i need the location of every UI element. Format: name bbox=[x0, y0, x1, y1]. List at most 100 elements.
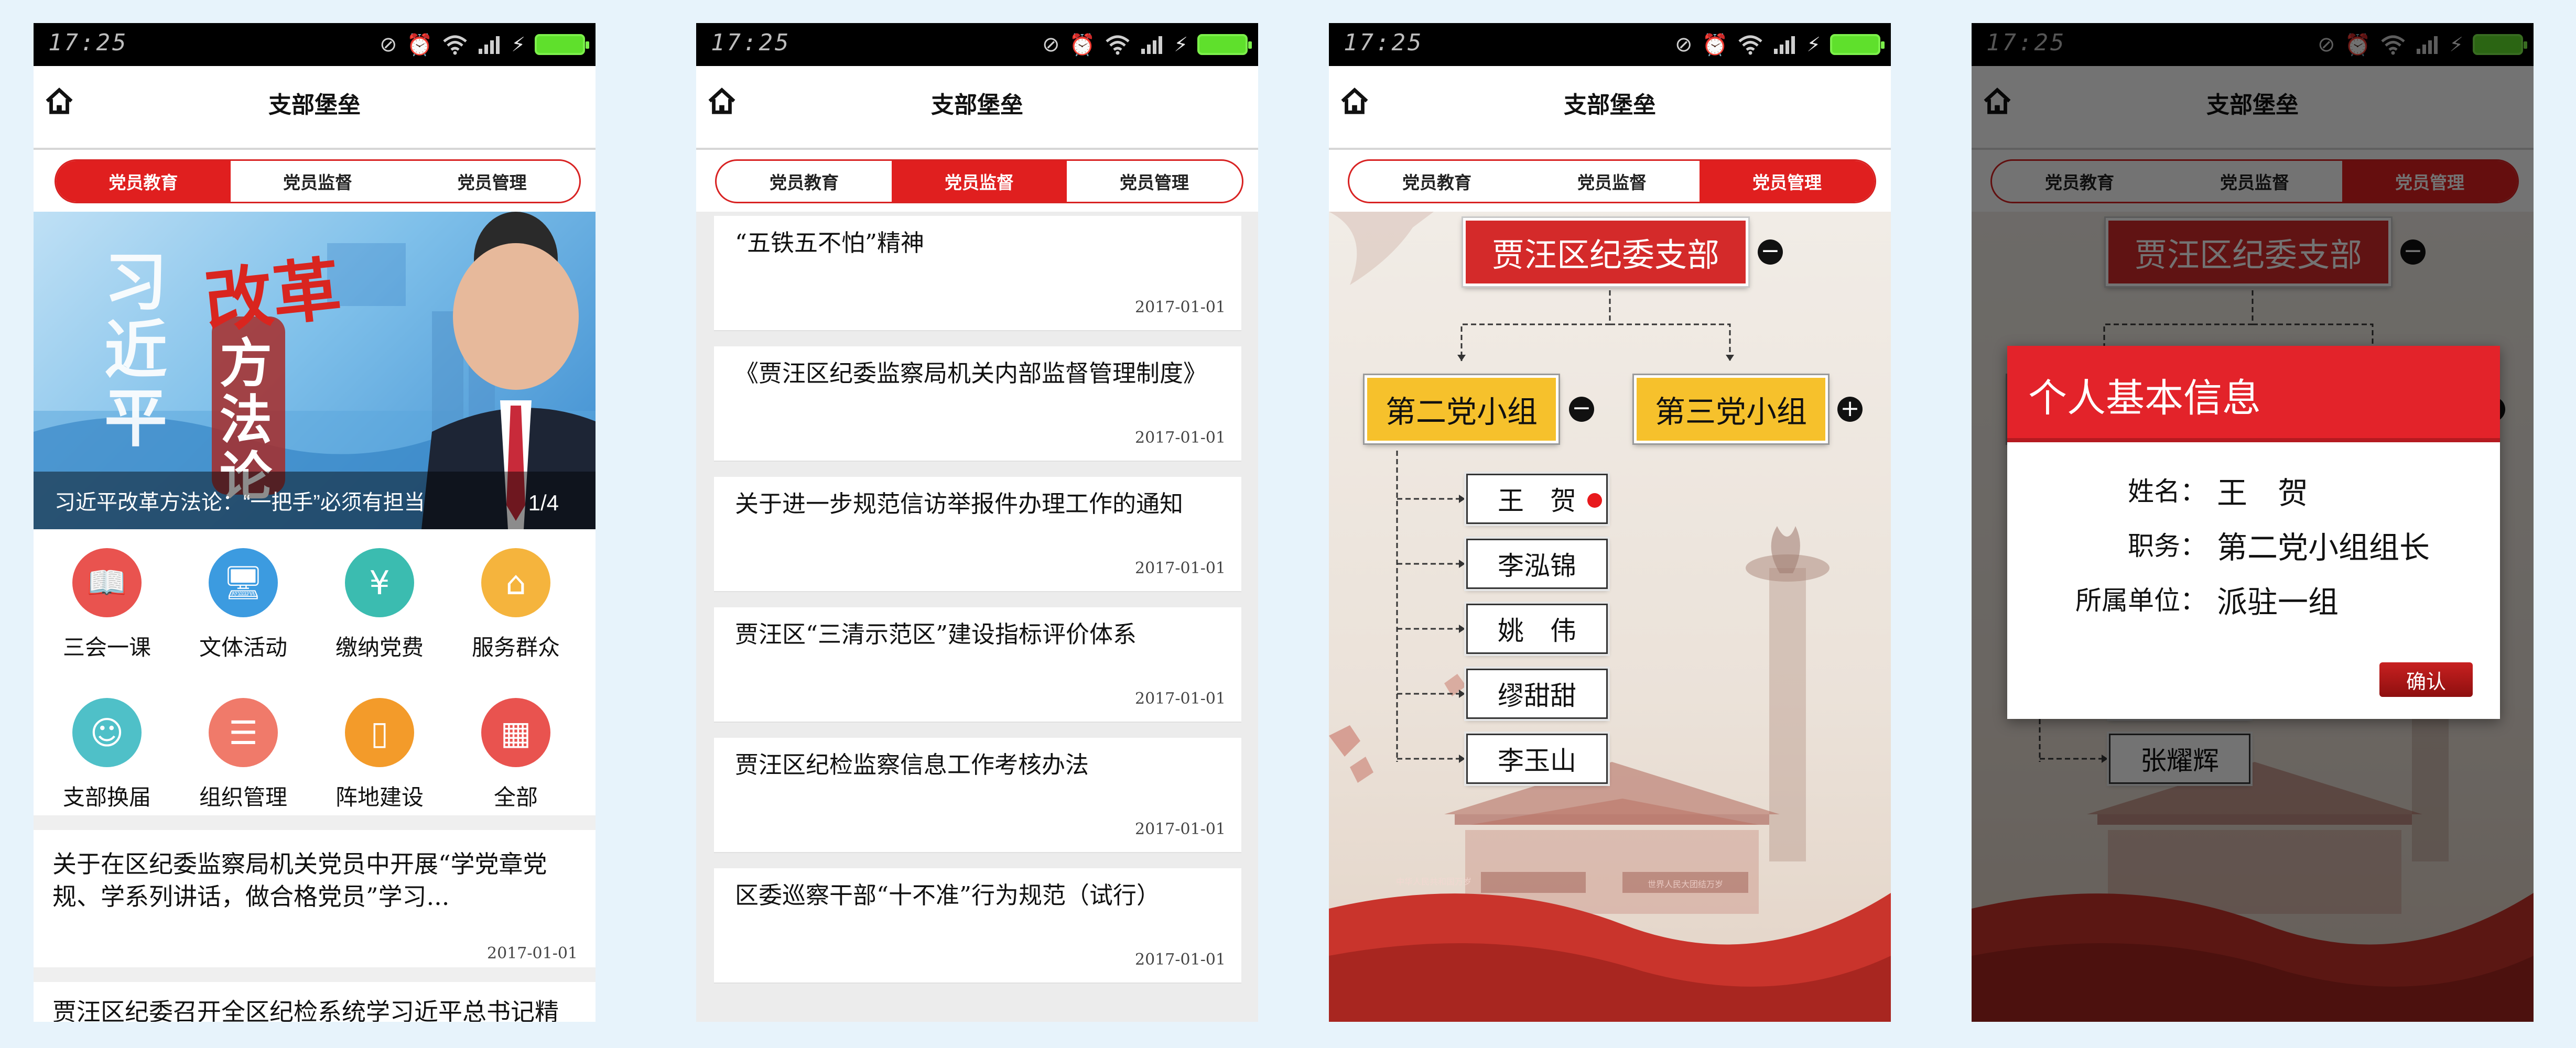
org-member-node[interactable]: 缪甜甜 bbox=[1464, 667, 1610, 721]
screen-party-education: 17:25 ⊘ ⏰ ⚡ 支部堡垒 党员教育 党员监督 党员管理 习近平 改革 方… bbox=[34, 23, 596, 1022]
news-item[interactable]: 贾汪区纪检监察信息工作考核办法 2017-01-01 bbox=[714, 738, 1241, 853]
signal-icon bbox=[1141, 36, 1163, 54]
section-gap bbox=[34, 815, 596, 830]
info-label: 姓名： bbox=[2128, 476, 2206, 507]
shortcut-label: 全部 bbox=[493, 784, 538, 810]
news-item-date: 2017-01-01 bbox=[487, 944, 578, 963]
expand-icon[interactable]: + bbox=[1837, 397, 1863, 422]
collapse-icon[interactable]: − bbox=[1758, 239, 1783, 265]
shortcut-label: 阵地建设 bbox=[335, 784, 424, 810]
phone-icon: ▯ bbox=[345, 698, 414, 767]
shortcut-label: 缴纳党费 bbox=[335, 635, 424, 660]
org-group-node-3[interactable]: 第三党小组 bbox=[1632, 374, 1830, 445]
screen-member-info-dialog: 17:25 ⊘ ⏰ ⚡ 支部堡垒 党员教育 党员监督 党员管理 贾汪区纪委支部 −… bbox=[1972, 23, 2534, 1022]
info-row: 所属单位： 派驻一组 bbox=[2007, 575, 2500, 623]
shortcut-label: 文体活动 bbox=[199, 635, 287, 660]
org-member-node[interactable]: 姚 伟 bbox=[1464, 602, 1610, 656]
selected-dot-icon bbox=[1587, 493, 1602, 508]
status-bar: 17:25 ⊘ ⏰ ⚡ bbox=[696, 23, 1258, 66]
news-item-title: 贾汪区纪委召开全区纪检系统学习近平总书记精选的重要讲话学习会 bbox=[52, 998, 559, 1022]
news-item[interactable]: 区委巡察干部“十不准”行为规范（试行） 2017-01-01 bbox=[714, 868, 1241, 984]
org-member-label: 王 贺 bbox=[1498, 486, 1576, 516]
org-member-node[interactable]: 李玉山 bbox=[1464, 732, 1610, 786]
person-icon: ☺ bbox=[72, 698, 142, 767]
org-root-label: 贾汪区纪委支部 bbox=[2134, 236, 2362, 274]
shortcut-item[interactable]: ⌂ 服务群众 bbox=[453, 548, 579, 674]
shortcut-item[interactable]: ☰ 组织管理 bbox=[180, 698, 306, 824]
news-item-date: 2017-01-01 bbox=[1135, 820, 1226, 838]
org-group-node-2[interactable]: 第二党小组 bbox=[1363, 374, 1560, 445]
tab-party-education[interactable]: 党员教育 bbox=[56, 161, 231, 202]
collapse-icon[interactable]: − bbox=[1569, 397, 1594, 422]
wifi-icon bbox=[1106, 35, 1130, 55]
shortcut-grid: 📖 三会一课 🖥 文体活动 ¥ 缴纳党费 ⌂ 服务群众 ☺ 支部换届 ☰ 组织管理 ▯ 阵地建设 ▦ 全部 bbox=[34, 529, 596, 823]
page-title: 支部堡垒 bbox=[931, 92, 1023, 118]
news-item-title: 区委巡察干部“十不准”行为规范（试行） bbox=[735, 881, 1161, 909]
alarm-icon: ⏰ bbox=[1069, 32, 1096, 57]
org-group-label: 第二党小组 bbox=[1385, 394, 1538, 430]
tab-party-management[interactable]: 党员管理 bbox=[405, 161, 579, 202]
org-member-node[interactable]: 李泓锦 bbox=[1464, 537, 1610, 591]
shortcut-item[interactable]: ▦ 全部 bbox=[453, 698, 579, 824]
org-member-node[interactable]: 王 贺 bbox=[1464, 472, 1610, 526]
news-item-title: 关于进一步规范信访举报件办理工作的通知 bbox=[735, 490, 1184, 518]
shortcut-label: 支部换届 bbox=[62, 784, 151, 810]
news-item-date: 2017-01-01 bbox=[1135, 429, 1226, 447]
info-value: 王 贺 bbox=[2217, 475, 2309, 511]
org-root-node[interactable]: 贾汪区纪委支部 bbox=[2104, 216, 2393, 288]
segment-tabs: 党员教育 党员监督 党员管理 bbox=[715, 159, 1243, 203]
battery-icon bbox=[535, 34, 589, 55]
nav-bar: 支部堡垒 bbox=[34, 66, 596, 150]
tab-party-supervision[interactable]: 党员监督 bbox=[231, 161, 405, 202]
news-item[interactable]: 贾汪区“三清示范区”建设指标评价体系 2017-01-01 bbox=[714, 607, 1241, 723]
banner-counter: 1/4 bbox=[528, 490, 559, 515]
info-value: 第二党小组组长 bbox=[2217, 530, 2430, 565]
shortcut-label: 三会一课 bbox=[62, 635, 151, 660]
shortcut-item[interactable]: ☺ 支部换届 bbox=[44, 698, 170, 824]
status-time: 17:25 bbox=[48, 29, 128, 56]
shortcut-item[interactable]: ▯ 阵地建设 bbox=[317, 698, 442, 824]
info-label: 职务： bbox=[2128, 531, 2206, 561]
org-member-node[interactable]: 张耀辉 bbox=[2107, 732, 2253, 786]
status-time: 17:25 bbox=[711, 29, 791, 56]
shortcut-item[interactable]: ¥ 缴纳党费 bbox=[317, 548, 442, 674]
tab-party-management[interactable]: 党员管理 bbox=[1067, 161, 1242, 202]
news-item[interactable]: 《贾汪区纪委监察局机关内部监督管理制度》 2017-01-01 bbox=[714, 346, 1241, 462]
info-row: 职务： 第二党小组组长 bbox=[2007, 521, 2500, 568]
shortcut-item[interactable]: 🖥 文体活动 bbox=[180, 548, 306, 674]
banner-art-name: 习近平 bbox=[104, 245, 167, 455]
dialog-header: 个人基本信息 bbox=[2007, 346, 2500, 442]
news-item[interactable]: 关于在区纪委监察局机关党员中开展“学党章党规、学系列讲话，做合格党员”学习...… bbox=[34, 830, 596, 982]
banner-art-title: 改革 bbox=[200, 248, 345, 343]
news-item-title: 《贾汪区纪委监察局机关内部监督管理制度》 bbox=[735, 359, 1207, 387]
shortcut-item[interactable]: 📖 三会一课 bbox=[44, 548, 170, 674]
org-root-label: 贾汪区纪委支部 bbox=[1491, 236, 1719, 274]
news-list: “五铁五不怕”精神 2017-01-01 《贾汪区纪委监察局机关内部监督管理制度》 2… bbox=[696, 212, 1258, 1022]
screen-party-supervision: 17:25 ⊘ ⏰ ⚡ 支部堡垒 党员教育 党员监督 党员管理 “五铁五不怕”精… bbox=[696, 23, 1258, 1022]
news-item-title: 贾汪区纪检监察信息工作考核办法 bbox=[735, 751, 1089, 779]
status-bar: 17:25 ⊘ ⏰ ⚡ bbox=[34, 23, 596, 66]
nav-bar: 支部堡垒 bbox=[696, 66, 1258, 150]
org-member-label: 李玉山 bbox=[1498, 746, 1576, 776]
tab-party-education[interactable]: 党员教育 bbox=[717, 161, 892, 202]
collapse-icon[interactable]: − bbox=[2400, 239, 2426, 265]
news-item-date: 2017-01-01 bbox=[1135, 690, 1226, 708]
grid-icon: ▦ bbox=[481, 698, 550, 767]
segment-tabs: 党员教育 党员监督 党员管理 bbox=[55, 159, 581, 203]
org-member-label: 缪甜甜 bbox=[1498, 681, 1576, 711]
org-group-label: 第三党小组 bbox=[1654, 394, 1807, 430]
monitor-icon: 🖥 bbox=[209, 548, 278, 617]
wifi-icon bbox=[443, 35, 467, 55]
org-root-node[interactable]: 贾汪区纪委支部 bbox=[1462, 216, 1750, 288]
hand-home-icon: ⌂ bbox=[481, 548, 550, 617]
page-title: 支部堡垒 bbox=[268, 92, 361, 118]
book-icon: 📖 bbox=[72, 548, 142, 617]
tab-party-supervision[interactable]: 党员监督 bbox=[892, 161, 1067, 202]
news-item[interactable]: “五铁五不怕”精神 2017-01-01 bbox=[714, 216, 1241, 331]
news-item[interactable]: 贾汪区纪委召开全区纪检系统学习近平总书记精选的重要讲话学习会 bbox=[34, 982, 596, 1022]
banner-carousel[interactable]: 习近平 改革 方法论 习近平改革方法论：“一把手”必须有担当 1/4 bbox=[34, 212, 596, 529]
news-item[interactable]: 关于进一步规范信访举报件办理工作的通知 2017-01-01 bbox=[714, 477, 1241, 592]
screen-party-management: 中华人民共和国万岁 世界人民大团结万岁 17:25 ⊘ ⏰ ⚡ 支部堡垒 党员教… bbox=[1329, 23, 1891, 1022]
confirm-button[interactable]: 确认 bbox=[2379, 662, 2473, 697]
signal-icon bbox=[479, 36, 500, 54]
